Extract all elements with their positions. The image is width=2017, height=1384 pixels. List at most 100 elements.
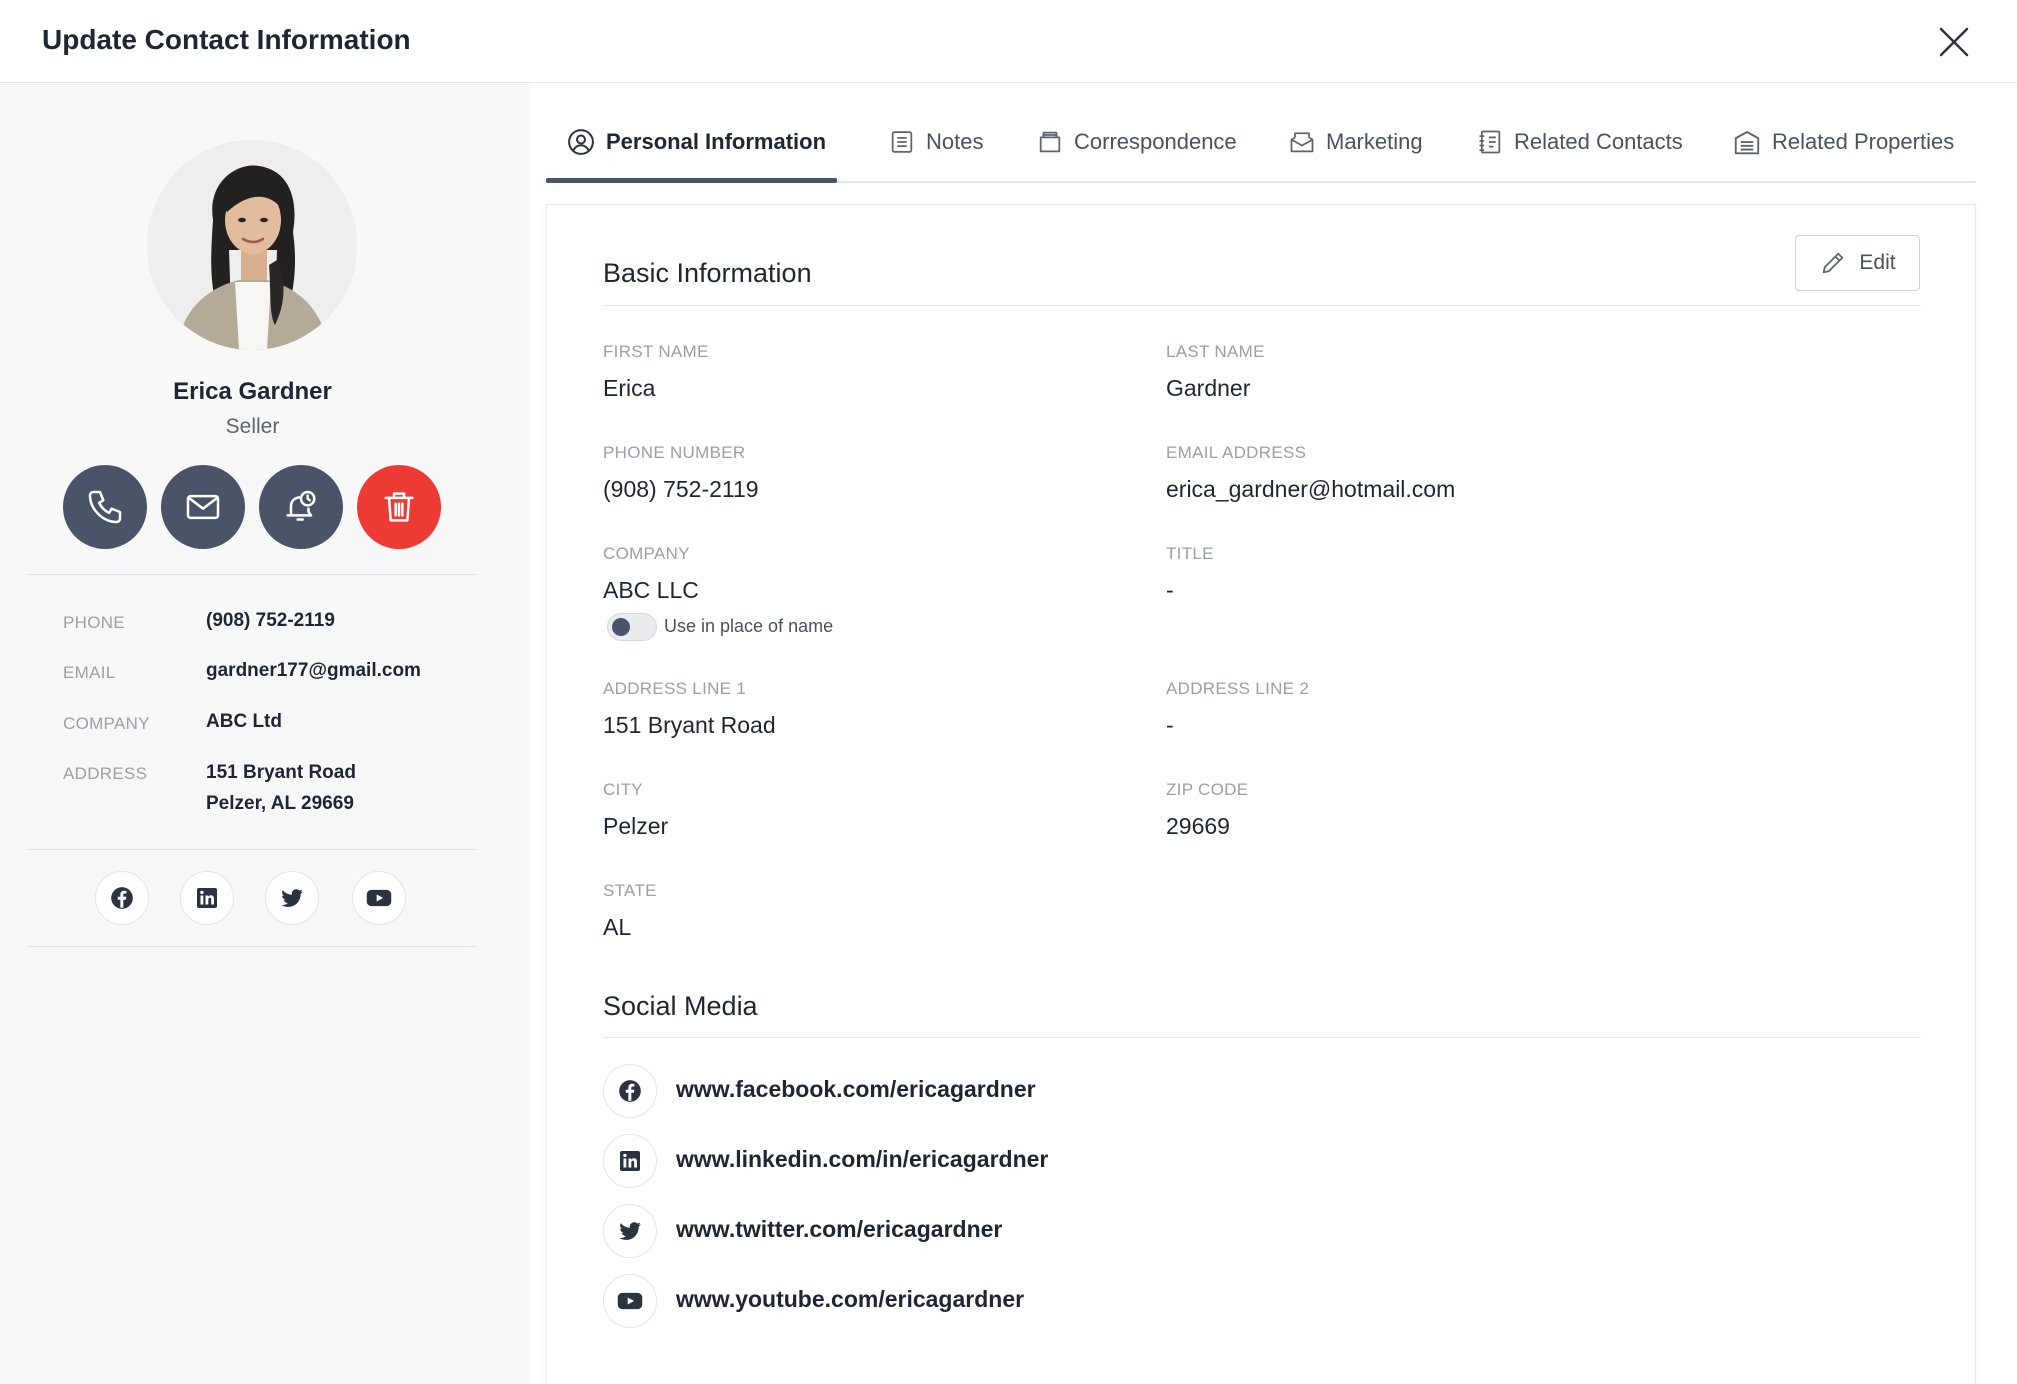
- close-button[interactable]: [1936, 24, 1972, 60]
- envelope-open-icon: [1290, 132, 1314, 153]
- address-line-1-label: ADDRESS LINE 1: [603, 679, 747, 698]
- email-address-value: erica_gardner@hotmail.com: [1166, 476, 1456, 502]
- company-label: COMPANY: [603, 544, 690, 563]
- address-line-2-value: -: [1166, 712, 1174, 738]
- company-label: COMPANY: [63, 714, 150, 733]
- twitter-link[interactable]: www.twitter.com/ericagardner: [676, 1216, 1002, 1243]
- edit-label: Edit: [1859, 251, 1896, 274]
- zip-code-value: 29669: [1166, 813, 1230, 839]
- user-circle-icon: [568, 129, 594, 155]
- active-tab-indicator: [546, 178, 837, 183]
- tab-related-contacts[interactable]: Related Contacts: [1476, 124, 1683, 160]
- inbox-icon: [1039, 131, 1061, 153]
- last-name-label: LAST NAME: [1166, 342, 1265, 361]
- first-name-value: Erica: [603, 375, 656, 401]
- address-label: ADDRESS: [63, 764, 148, 783]
- company-value: ABC Ltd: [206, 711, 282, 732]
- section-divider: [603, 1037, 1921, 1038]
- basic-information-title: Basic Information: [603, 258, 812, 288]
- contact-role: Seller: [225, 415, 280, 438]
- facebook-icon: [111, 887, 133, 909]
- facebook-link[interactable]: www.facebook.com/ericagardner: [676, 1076, 1036, 1103]
- building-icon: [1734, 131, 1760, 155]
- tab-label: Correspondence: [1074, 129, 1237, 154]
- address-line-1-value: 151 Bryant Road: [603, 712, 776, 738]
- modal-title: Update Contact Information: [42, 24, 411, 55]
- linkedin-link[interactable]: www.linkedin.com/in/ericagardner: [676, 1146, 1048, 1173]
- youtube-icon: [617, 1292, 643, 1310]
- address-book-icon: [1479, 130, 1501, 154]
- toggle-knob: [612, 618, 630, 636]
- linkedin-badge: [603, 1134, 657, 1188]
- tab-personal-information[interactable]: Personal Information: [566, 124, 826, 160]
- title-label: TITLE: [1166, 544, 1214, 563]
- use-company-toggle-label: Use in place of name: [664, 616, 834, 636]
- twitter-badge: [603, 1204, 657, 1258]
- contact-name: Erica Gardner: [173, 378, 332, 405]
- contact-sidebar: Erica Gardner Seller PHONE (908) 752-211…: [0, 84, 530, 1384]
- tab-notes[interactable]: Notes: [888, 124, 983, 160]
- tab-marketing[interactable]: Marketing: [1288, 124, 1423, 160]
- modal-header: Update Contact Information: [0, 0, 2017, 83]
- city-value: Pelzer: [603, 813, 669, 839]
- city-label: CITY: [603, 780, 643, 799]
- address-value-line2: Pelzer, AL 29669: [206, 793, 354, 814]
- trash-icon: [384, 492, 414, 522]
- youtube-link[interactable]: www.youtube.com/ericagardner: [676, 1286, 1024, 1313]
- youtube-button[interactable]: [352, 871, 406, 925]
- phone-label: PHONE: [63, 613, 125, 632]
- facebook-badge: [603, 1064, 657, 1118]
- divider: [28, 574, 476, 575]
- tab-correspondence[interactable]: Correspondence: [1036, 124, 1237, 160]
- email-value: gardner177@gmail.com: [206, 660, 421, 681]
- phone-number-label: PHONE NUMBER: [603, 443, 746, 462]
- divider: [28, 849, 476, 850]
- first-name-label: FIRST NAME: [603, 342, 709, 361]
- phone-value: (908) 752-2119: [206, 610, 335, 631]
- facebook-button[interactable]: [95, 871, 149, 925]
- reminder-button[interactable]: [259, 465, 343, 549]
- tab-label: Personal Information: [606, 129, 827, 154]
- phone-number-value: (908) 752-2119: [603, 476, 759, 502]
- call-button[interactable]: [63, 465, 147, 549]
- last-name-value: Gardner: [1166, 375, 1251, 401]
- address-value: 151 Bryant Road: [206, 762, 356, 783]
- use-company-toggle[interactable]: [607, 613, 657, 641]
- tab-label: Related Contacts: [1514, 129, 1683, 154]
- email-button[interactable]: [161, 465, 245, 549]
- company-value: ABC LLC: [603, 577, 699, 603]
- delete-button[interactable]: [357, 465, 441, 549]
- pencil-icon: [1823, 252, 1844, 274]
- tab-label: Related Properties: [1772, 129, 1955, 154]
- youtube-icon: [366, 889, 392, 907]
- email-address-label: EMAIL ADDRESS: [1166, 443, 1307, 462]
- edit-button[interactable]: Edit: [1795, 235, 1920, 291]
- envelope-icon: [186, 494, 220, 520]
- phone-icon: [88, 490, 122, 524]
- tab-label: Marketing: [1326, 129, 1423, 154]
- social-media-title: Social Media: [603, 991, 758, 1021]
- bell-clock-icon: [286, 490, 316, 521]
- title-value: -: [1166, 577, 1174, 603]
- twitter-button[interactable]: [265, 871, 319, 925]
- divider: [28, 946, 476, 947]
- tab-related-properties[interactable]: Related Properties: [1732, 124, 1954, 160]
- state-label: STATE: [603, 881, 657, 900]
- zip-code-label: ZIP CODE: [1166, 780, 1249, 799]
- facebook-icon: [619, 1080, 641, 1102]
- twitter-icon: [281, 889, 303, 907]
- avatar: [147, 140, 357, 350]
- section-divider: [603, 305, 1921, 306]
- linkedin-icon: [620, 1151, 640, 1171]
- twitter-icon: [619, 1222, 641, 1240]
- address-line-2-label: ADDRESS LINE 2: [1166, 679, 1310, 698]
- personal-information-panel: Basic Information Edit FIRST NAME Erica …: [546, 204, 1976, 1384]
- notes-icon: [891, 131, 913, 153]
- email-label: EMAIL: [63, 663, 116, 682]
- youtube-badge: [603, 1274, 657, 1328]
- linkedin-button[interactable]: [180, 871, 234, 925]
- close-icon: [1939, 27, 1969, 57]
- tab-label: Notes: [926, 129, 984, 154]
- linkedin-icon: [197, 888, 217, 908]
- state-value: AL: [603, 914, 632, 940]
